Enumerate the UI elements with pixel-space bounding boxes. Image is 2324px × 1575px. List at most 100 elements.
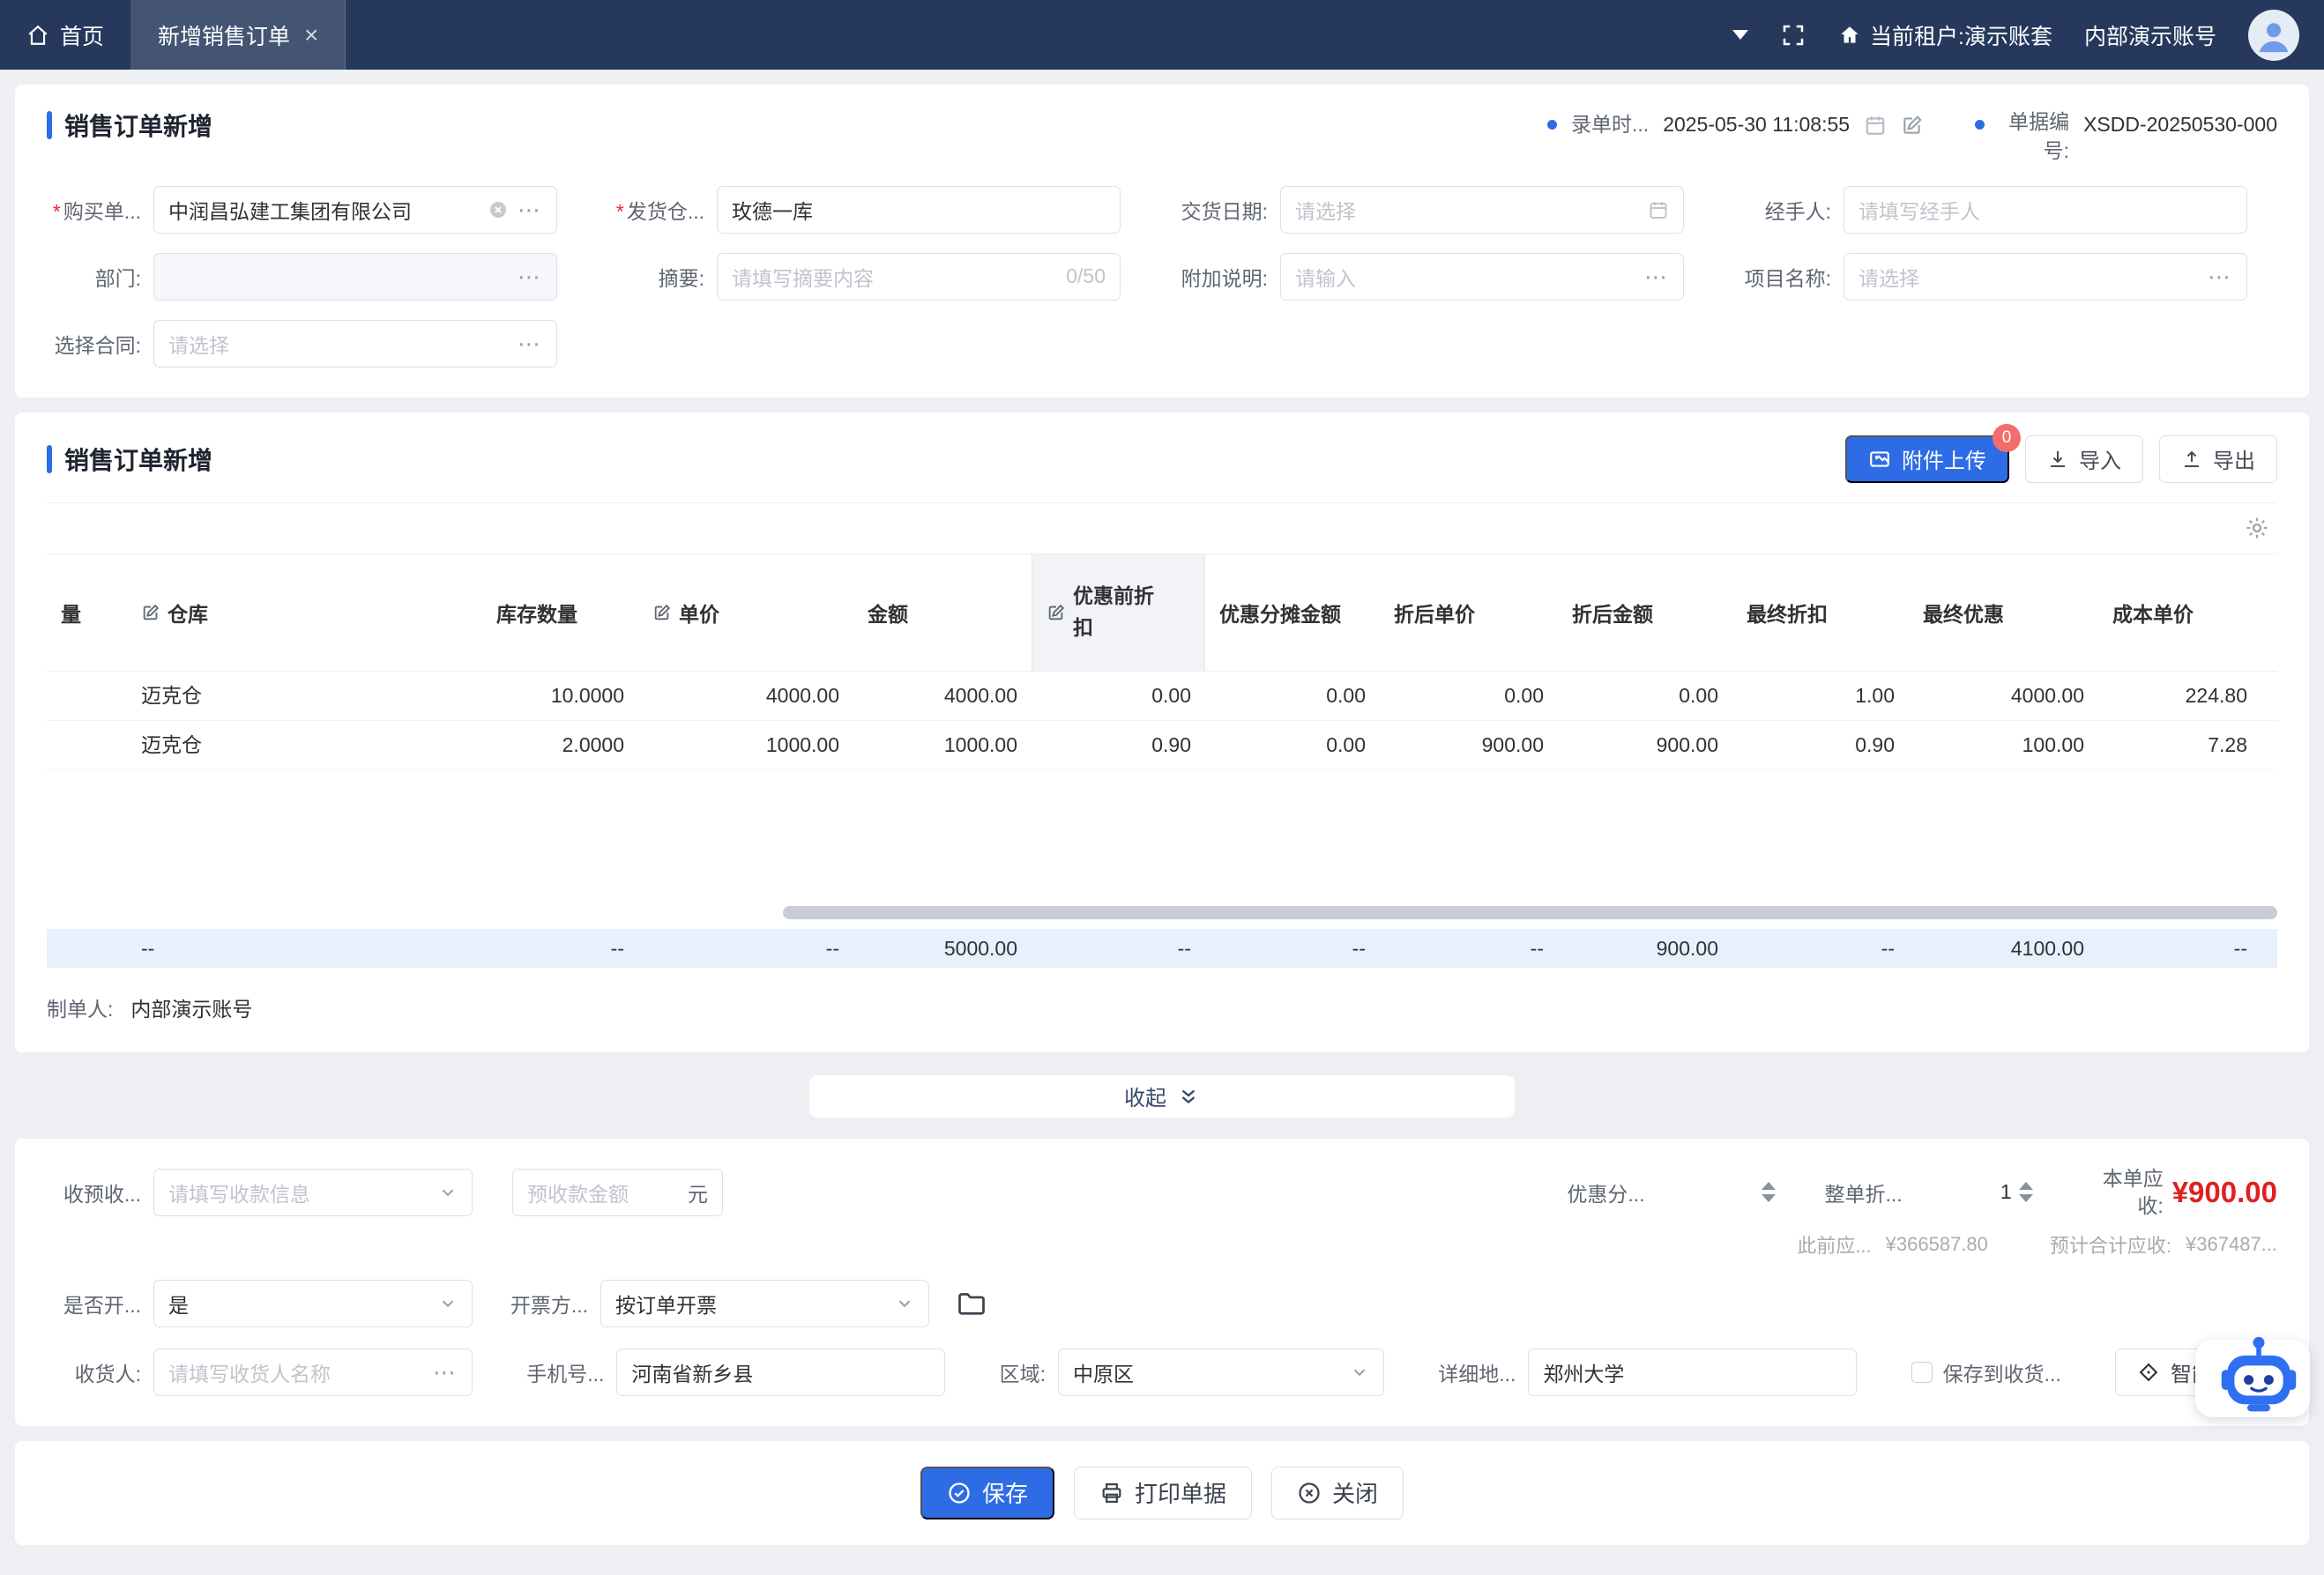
phone-label: 手机号... bbox=[526, 1357, 616, 1387]
project-input[interactable]: 请选择 ⋯ bbox=[1844, 253, 2247, 301]
consignee-input[interactable]: 请填写收货人名称 ⋯ bbox=[153, 1348, 473, 1396]
collapse-toggle[interactable]: 收起 bbox=[809, 1075, 1515, 1118]
tab-new-sales-order[interactable]: 新增销售订单 × bbox=[131, 0, 346, 70]
column-header-8[interactable]: 折后金额 bbox=[1558, 554, 1732, 671]
table-cell: 0.00 bbox=[1558, 672, 1732, 720]
column-header-9[interactable]: 最终折扣 bbox=[1732, 554, 1909, 671]
assistant-widget[interactable] bbox=[2178, 1333, 2310, 1424]
summary-cell: -- bbox=[482, 929, 638, 968]
column-header-5[interactable]: 优惠前折扣 bbox=[1032, 554, 1205, 671]
project-more-icon[interactable]: ⋯ bbox=[2208, 265, 2232, 288]
stepper-arrows-icon[interactable] bbox=[2019, 1182, 2033, 1202]
table-cell: 0.00 bbox=[1205, 672, 1380, 720]
summary-cell: -- bbox=[1380, 929, 1558, 968]
phone-input[interactable]: 河南省新乡县 bbox=[616, 1348, 945, 1396]
robot-assistant-icon[interactable] bbox=[2213, 1333, 2305, 1424]
table-summary-row: ------5000.00------900.00--4100.00-- bbox=[47, 929, 2277, 968]
invoice-select[interactable]: 是 bbox=[153, 1280, 473, 1327]
summary-cell: -- bbox=[638, 929, 853, 968]
summary-input[interactable]: 请填写摘要内容 0/50 bbox=[717, 253, 1121, 301]
table-row[interactable]: 迈克仓10.00004000.004000.000.000.000.000.00… bbox=[47, 672, 2277, 721]
delivery-date-input[interactable]: 请选择 bbox=[1280, 186, 1684, 234]
column-header-4[interactable]: 金额 bbox=[853, 554, 1032, 671]
table-cell: 7.28 bbox=[2098, 721, 2261, 769]
advance-select[interactable]: 请填写收款信息 bbox=[153, 1169, 473, 1216]
contract-more-icon[interactable]: ⋯ bbox=[518, 332, 542, 355]
tenant-indicator: 当前租户:演示账套 bbox=[1838, 19, 2052, 51]
save-to-consignee-checkbox[interactable] bbox=[1911, 1362, 1933, 1383]
invoice-method-select[interactable]: 按订单开票 bbox=[600, 1280, 929, 1327]
summary-placeholder: 请填写摘要内容 bbox=[732, 262, 874, 292]
print-button[interactable]: 打印单据 bbox=[1074, 1467, 1252, 1519]
order-discount-label: 整单折... bbox=[1825, 1178, 1915, 1207]
import-button[interactable]: 导入 bbox=[2025, 435, 2143, 483]
folder-icon[interactable] bbox=[956, 1288, 987, 1319]
field-buyer: 购买单... 中润昌弘建工集团有限公司 ⋯ bbox=[47, 186, 557, 234]
stepper-arrows-icon[interactable] bbox=[1762, 1182, 1776, 1202]
consignee-more-icon[interactable]: ⋯ bbox=[433, 1361, 458, 1384]
region-select[interactable]: 中原区 bbox=[1058, 1348, 1384, 1396]
extra-note-more-icon[interactable]: ⋯ bbox=[1644, 265, 1669, 288]
save-to-consignee-option[interactable]: 保存到收货... bbox=[1911, 1357, 2061, 1387]
diamond-scan-icon bbox=[2137, 1361, 2160, 1384]
table-cell: 2.0000 bbox=[482, 721, 638, 769]
avatar[interactable] bbox=[2248, 10, 2299, 61]
tab-new-sales-order-label: 新增销售订单 bbox=[158, 19, 290, 51]
summary-cell: 5000.00 bbox=[853, 929, 1032, 968]
column-header-7[interactable]: 折后单价 bbox=[1380, 554, 1558, 671]
tab-home[interactable]: 首页 bbox=[0, 0, 131, 70]
tab-close-icon[interactable]: × bbox=[304, 21, 318, 49]
buyer-input[interactable]: 中润昌弘建工集团有限公司 ⋯ bbox=[153, 186, 557, 234]
fullscreen-icon[interactable] bbox=[1780, 22, 1806, 48]
scrollbar-thumb[interactable] bbox=[783, 906, 2277, 919]
tab-home-label: 首页 bbox=[60, 19, 104, 51]
column-header-0[interactable]: 量 bbox=[47, 554, 127, 671]
clear-icon[interactable] bbox=[488, 199, 509, 220]
close-button[interactable]: 关闭 bbox=[1271, 1467, 1404, 1519]
chevron-down-icon bbox=[438, 1294, 458, 1313]
address-input[interactable]: 郑州大学 bbox=[1528, 1348, 1857, 1396]
tabs-dropdown-caret-icon[interactable] bbox=[1732, 30, 1748, 40]
table-cell: 0.00 bbox=[1380, 672, 1558, 720]
handler-input[interactable]: 请填写经手人 bbox=[1844, 186, 2247, 234]
summary-cell: -- bbox=[127, 929, 482, 968]
buyer-label: 购买单... bbox=[47, 195, 153, 225]
attachment-icon bbox=[1868, 448, 1891, 471]
discount-share-stepper[interactable] bbox=[1657, 1182, 1776, 1202]
column-header-1[interactable]: 仓库 bbox=[127, 554, 482, 671]
import-label: 导入 bbox=[2079, 443, 2121, 474]
column-header-6[interactable]: 优惠分摊金额 bbox=[1205, 554, 1380, 671]
warehouse-input[interactable]: 玫德一库 bbox=[717, 186, 1121, 234]
order-discount-stepper[interactable]: 1 bbox=[1915, 1180, 2033, 1204]
field-extra-note: 附加说明: 请输入 ⋯ bbox=[1173, 253, 1684, 301]
calendar-icon[interactable] bbox=[1864, 114, 1887, 137]
address-value: 郑州大学 bbox=[1543, 1357, 1624, 1387]
attachment-upload-button[interactable]: 附件上传 0 bbox=[1845, 435, 2009, 483]
check-circle-icon bbox=[947, 1481, 972, 1505]
save-button[interactable]: 保存 bbox=[920, 1467, 1054, 1519]
avatar-person-icon bbox=[2253, 15, 2294, 56]
contract-input[interactable]: 请选择 ⋯ bbox=[153, 320, 557, 368]
export-button[interactable]: 导出 bbox=[2159, 435, 2277, 483]
table-settings-gear-icon[interactable] bbox=[2244, 515, 2270, 541]
table-horizontal-scrollbar[interactable] bbox=[47, 906, 2277, 920]
department-more-icon[interactable]: ⋯ bbox=[518, 265, 542, 288]
table-cell: 1000.00 bbox=[638, 721, 853, 769]
extra-note-input[interactable]: 请输入 ⋯ bbox=[1280, 253, 1684, 301]
summary-counter: 0/50 bbox=[1066, 264, 1106, 288]
entry-time-value: 2025-05-30 11:08:55 bbox=[1663, 108, 1850, 141]
estimated-total-label: 预计合计应收: bbox=[2050, 1230, 2171, 1259]
phone-value: 河南省新乡县 bbox=[631, 1357, 753, 1387]
column-header-3[interactable]: 单价 bbox=[638, 554, 853, 671]
advance-amount-input[interactable]: 预收款金额 元 bbox=[512, 1169, 723, 1216]
handler-placeholder: 请填写经手人 bbox=[1858, 195, 1980, 225]
department-input[interactable]: ⋯ bbox=[153, 253, 557, 301]
buyer-more-icon[interactable]: ⋯ bbox=[518, 198, 542, 221]
edit-time-icon[interactable] bbox=[1901, 114, 1924, 137]
project-label: 项目名称: bbox=[1737, 262, 1844, 292]
column-header-11[interactable]: 成本单价 bbox=[2098, 554, 2261, 671]
column-header-10[interactable]: 最终优惠 bbox=[1909, 554, 2098, 671]
table-row[interactable]: 迈克仓2.00001000.001000.000.900.00900.00900… bbox=[47, 721, 2277, 770]
department-label: 部门: bbox=[47, 262, 153, 292]
column-header-2[interactable]: 库存数量 bbox=[482, 554, 638, 671]
